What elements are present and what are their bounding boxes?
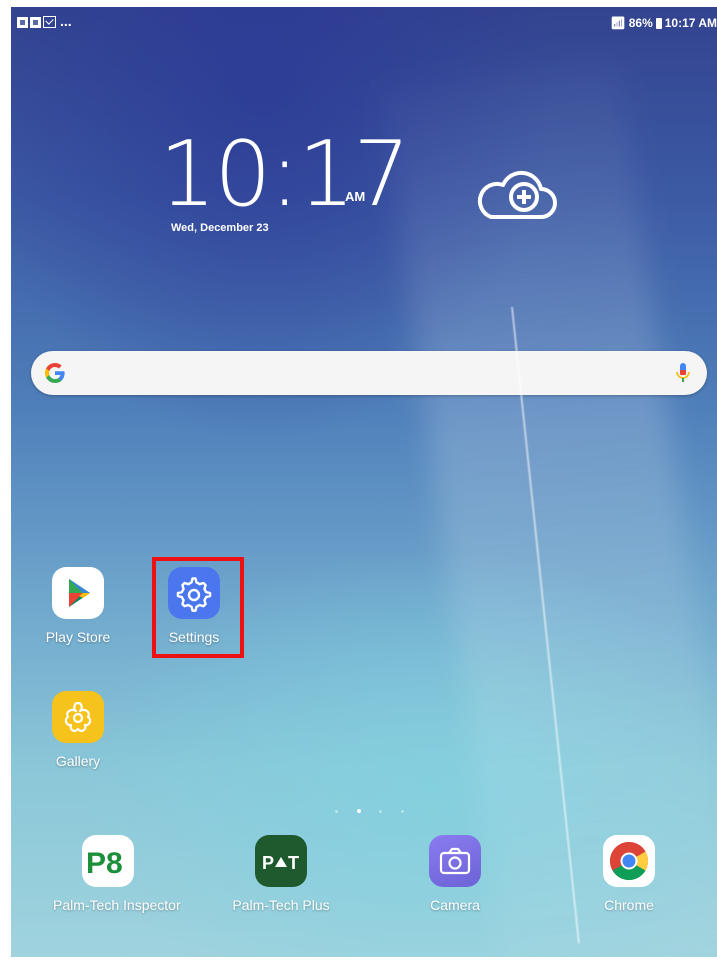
clock-time[interactable]: 10:17	[159, 130, 410, 220]
svg-text:P: P	[262, 853, 274, 873]
page-dot	[379, 810, 382, 813]
app-play-store[interactable]: Play Store	[23, 567, 133, 645]
app-gallery[interactable]: Gallery	[23, 691, 133, 769]
settings-highlight-box	[152, 557, 244, 658]
dock-app-camera[interactable]: Camera	[400, 835, 510, 913]
status-right-group: 📶︎ 86% 10:17 AM	[610, 16, 717, 30]
clock-date: Wed, December 23	[171, 222, 269, 234]
flipboard-notification-icon	[17, 17, 28, 28]
clock-ampm: AM	[345, 189, 366, 204]
app-label: Chrome	[604, 897, 654, 913]
mail-notification-icon	[43, 16, 56, 28]
flipboard-notification-icon-2	[30, 17, 41, 28]
status-time: 10:17 AM	[664, 16, 717, 30]
app-label: Palm-Tech Inspector	[53, 897, 181, 913]
page-dot	[335, 810, 338, 813]
app-label: Palm-Tech Plus	[232, 897, 330, 913]
page-indicator[interactable]	[331, 808, 411, 814]
app-label: Play Store	[45, 629, 111, 645]
dock-app-chrome[interactable]: Chrome	[574, 835, 684, 913]
play-store-icon	[52, 567, 104, 619]
google-g-icon	[45, 363, 65, 383]
camera-icon	[429, 835, 481, 887]
google-search-bar[interactable]	[31, 351, 707, 395]
palm-tech-inspector-logo-icon: P8	[82, 835, 134, 887]
app-label: Gallery	[55, 753, 101, 769]
more-notifications-indicator: ...	[60, 13, 72, 29]
page-dot	[401, 810, 404, 813]
home-screen: ... 📶︎ 86% 10:17 AM 10:17 AM Wed, Decemb…	[11, 7, 717, 957]
gallery-flower-icon	[52, 691, 104, 743]
app-label: Camera	[430, 897, 480, 913]
wifi-icon: 📶︎	[610, 16, 626, 30]
status-bar: ... 📶︎ 86% 10:17 AM	[11, 7, 717, 33]
page-dot-active	[357, 809, 361, 813]
battery-percent: 86%	[628, 16, 653, 30]
dock-app-palm-tech-inspector[interactable]: P8 Palm-Tech Inspector	[53, 835, 181, 913]
dock-app-palm-tech-plus[interactable]: P T Palm-Tech Plus	[226, 835, 336, 913]
battery-icon	[655, 17, 662, 29]
weather-cloud-add-icon[interactable]	[477, 167, 557, 227]
palm-tech-plus-logo-icon: P T	[255, 835, 307, 887]
svg-text:P8: P8	[86, 847, 123, 880]
svg-text:T: T	[288, 853, 299, 873]
microphone-icon[interactable]	[673, 361, 693, 385]
chrome-icon	[603, 835, 655, 887]
